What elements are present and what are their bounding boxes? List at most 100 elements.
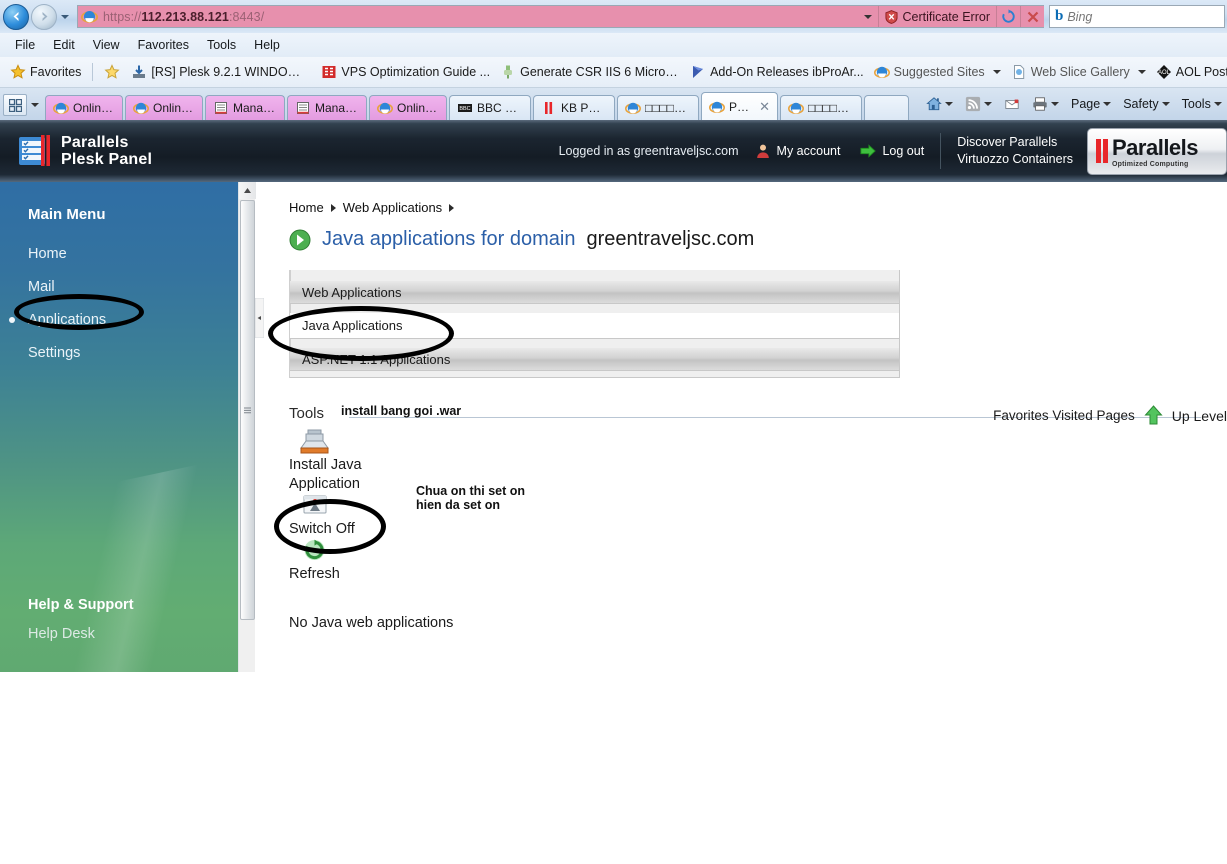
feeds-button[interactable]: [960, 93, 997, 115]
close-tab-icon[interactable]: ✕: [759, 99, 770, 115]
ie-icon: [133, 102, 149, 115]
favorite-link-4[interactable]: Suggested Sites: [869, 62, 1006, 82]
menu-view[interactable]: View: [84, 37, 129, 53]
back-button[interactable]: [3, 3, 29, 30]
tools-menu-button[interactable]: Tools: [1177, 94, 1227, 114]
favorite-link-6[interactable]: AOL AOL Postmaster Main - ...: [1151, 62, 1227, 82]
sidebar-item-home[interactable]: Home: [0, 237, 238, 270]
favorite-link-1[interactable]: VPS Optimization Guide ...: [316, 62, 495, 82]
ie-icon: [873, 66, 890, 79]
forward-button[interactable]: [31, 3, 57, 30]
favorite-link-5[interactable]: Web Slice Gallery: [1006, 62, 1151, 82]
browser-tab-9[interactable]: □□□□□...: [780, 95, 862, 120]
sidebar-item-settings[interactable]: Settings: [0, 336, 238, 369]
annotation-chua-on: Chua on thi set on: [416, 484, 526, 498]
refresh-button[interactable]: [996, 6, 1020, 27]
print-button[interactable]: [1027, 93, 1064, 115]
sidebar-collapse-button[interactable]: [255, 298, 264, 338]
chevron-down-icon[interactable]: [1213, 102, 1222, 106]
menu-favorites[interactable]: Favorites: [129, 37, 198, 53]
chevron-down-icon[interactable]: [984, 102, 992, 106]
ie-icon: [625, 102, 641, 115]
safety-menu-button[interactable]: Safety: [1118, 94, 1174, 114]
menu-edit[interactable]: Edit: [44, 37, 84, 53]
page-menu-button[interactable]: Page: [1066, 94, 1116, 114]
browser-tab-3[interactable]: Managi...: [287, 95, 367, 120]
certificate-error-indicator[interactable]: Certificate Error: [878, 6, 996, 27]
ie-icon: [81, 10, 98, 23]
chevron-down-icon[interactable]: [945, 102, 953, 106]
sidebar-item-mail[interactable]: Mail: [0, 270, 238, 303]
my-account-link[interactable]: My account: [755, 143, 840, 159]
section-tab-web-applications[interactable]: Web Applications: [290, 281, 900, 304]
quick-tabs-button[interactable]: [3, 94, 27, 116]
ie-icon: [53, 102, 69, 115]
up-level-arrow-icon[interactable]: [1144, 405, 1163, 426]
menu-tools[interactable]: Tools: [198, 37, 245, 53]
menu-help[interactable]: Help: [245, 37, 289, 53]
svg-text:BBC: BBC: [459, 106, 470, 112]
plesk-main-content: Home Web Applications Java applications …: [264, 182, 1227, 672]
browser-tab-0[interactable]: Online S...: [45, 95, 123, 120]
menu-file[interactable]: File: [6, 37, 44, 53]
browser-tab-6[interactable]: KB Paral...: [533, 95, 615, 120]
favorites-button-label: Favorites: [30, 65, 82, 79]
home-icon: [926, 97, 942, 111]
recent-pages-dropdown[interactable]: [57, 4, 73, 30]
browser-tab-4[interactable]: Online S...: [369, 95, 447, 120]
home-button[interactable]: [921, 93, 958, 115]
favorite-link-3[interactable]: Add-On Releases ibProAr...: [685, 62, 869, 82]
section-tab-java-applications[interactable]: Java Applications: [290, 313, 900, 339]
search-input[interactable]: b Bing: [1049, 5, 1225, 28]
parallels-banner[interactable]: Parallels Optimized Computing: [1087, 127, 1227, 175]
chevron-down-icon[interactable]: [1051, 102, 1059, 106]
browser-tab-8[interactable]: Paral... ✕: [701, 92, 778, 120]
page-title-link[interactable]: Java applications for domain: [322, 228, 575, 251]
browser-tab-1[interactable]: Online S...: [125, 95, 203, 120]
read-mail-button[interactable]: [999, 93, 1025, 115]
discover-parallels-link[interactable]: Discover Parallels Virtuozzo Containers: [957, 134, 1073, 168]
chevron-down-icon[interactable]: [1161, 102, 1170, 106]
svg-text:AOL: AOL: [1158, 70, 1171, 76]
up-level-circle-icon[interactable]: [289, 229, 311, 251]
sidebar-item-applications[interactable]: Applications: [0, 303, 238, 336]
tab-list-dropdown[interactable]: [27, 94, 43, 116]
stop-button[interactable]: [1020, 6, 1044, 27]
address-bar-row: https://112.213.88.121:8443/ Certificate…: [0, 0, 1227, 33]
favorites-visited-label[interactable]: Favorites Visited Pages: [993, 408, 1135, 423]
chevron-down-icon[interactable]: [1103, 102, 1112, 106]
favorites-button[interactable]: Favorites: [4, 62, 87, 82]
browser-tab-7[interactable]: □□□□□...: [617, 95, 699, 120]
plesk-logo[interactable]: Parallels Plesk Panel: [18, 134, 152, 168]
new-tab-button[interactable]: [864, 95, 909, 120]
favorites-visited-pages: Favorites Visited Pages Up Level: [993, 405, 1227, 426]
address-input[interactable]: https://112.213.88.121:8443/ Certificate…: [77, 5, 1044, 28]
section-tab-gap: [290, 304, 900, 313]
address-dropdown-icon[interactable]: [858, 6, 878, 27]
chevron-down-icon[interactable]: [992, 70, 1001, 74]
scrollbar-thumb[interactable]: [240, 200, 255, 620]
favorite-link-0[interactable]: [RS] Plesk 9.2.1 WINDOWS...: [126, 62, 316, 82]
ie-icon: [788, 102, 804, 115]
scroll-up-arrow-icon[interactable]: [239, 182, 256, 199]
browser-tab-2[interactable]: Managi...: [205, 95, 285, 120]
certificate-error-label: Certificate Error: [902, 9, 990, 24]
breadcrumb-home[interactable]: Home: [289, 200, 324, 215]
up-level-label[interactable]: Up Level: [1172, 408, 1227, 424]
section-tab-footer: [290, 371, 900, 378]
log-out-link[interactable]: Log out: [860, 143, 924, 159]
parallels-bars-icon: [1096, 139, 1108, 163]
toolbar-divider: [92, 63, 94, 81]
browser-tab-5[interactable]: BBC BBC Viet...: [449, 95, 531, 120]
breadcrumb-web-applications[interactable]: Web Applications: [343, 200, 443, 215]
section-tab-aspnet-applications[interactable]: ASP.NET 1.1 Applications: [290, 348, 900, 371]
eb-icon: [322, 66, 336, 78]
tool-refresh[interactable]: Refresh: [289, 537, 1227, 584]
add-favorite-button[interactable]: [98, 62, 126, 82]
favorite-link-2[interactable]: Generate CSR IIS 6 Micros...: [495, 62, 685, 82]
plesk-logo-icon: [19, 135, 50, 166]
chevron-down-icon[interactable]: [1137, 70, 1146, 74]
sidebar-scrollbar[interactable]: [238, 182, 256, 672]
doc-icon: [297, 102, 309, 114]
sidebar-item-help-desk[interactable]: Help Desk: [28, 626, 238, 642]
